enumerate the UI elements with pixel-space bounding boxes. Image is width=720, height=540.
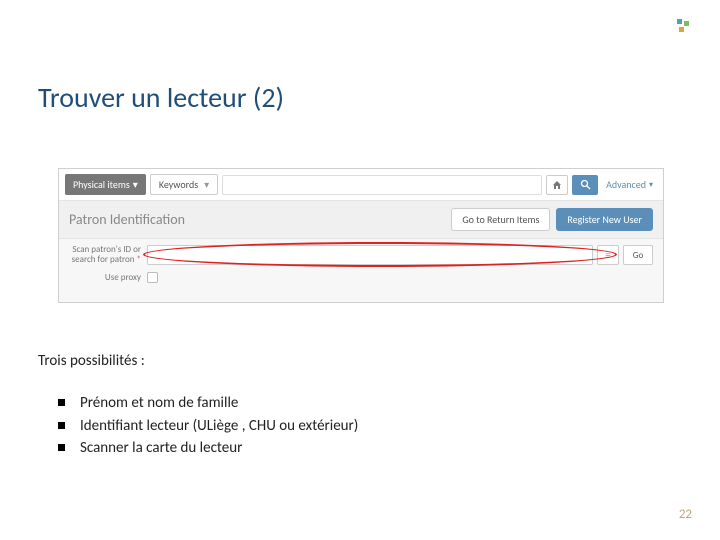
home-icon[interactable] (546, 175, 568, 195)
list-item: Identifiant lecteur (ULiège , CHU ou ext… (58, 415, 358, 438)
chevron-down-icon: ▾ (204, 178, 209, 191)
advanced-label: Advanced (606, 178, 646, 191)
section-header: Patron Identification Go to Return Items… (59, 201, 663, 239)
list-item: Prénom et nom de famille (58, 392, 358, 415)
proxy-checkbox[interactable] (147, 272, 158, 283)
proxy-row: Use proxy (59, 272, 663, 289)
scan-label: Scan patron's ID or search for patron * (69, 245, 147, 266)
section-title: Patron Identification (69, 211, 445, 228)
patron-search-input[interactable] (147, 245, 593, 265)
search-button[interactable] (572, 175, 598, 195)
proxy-label: Use proxy (69, 272, 147, 283)
intro-text: Trois possibilités : (38, 352, 145, 370)
app-screenshot: Physical items ▾ Keywords ▾ Advanced ▾ P… (58, 168, 664, 303)
scan-patron-row: Scan patron's ID or search for patron * … (59, 239, 663, 272)
page-number: 22 (679, 507, 692, 522)
chevron-down-icon: ▾ (649, 180, 653, 190)
return-items-button[interactable]: Go to Return Items (451, 208, 550, 231)
register-user-button[interactable]: Register New User (556, 208, 653, 231)
keywords-label: Keywords (159, 178, 198, 191)
scope-dropdown[interactable]: Physical items ▾ (65, 174, 146, 195)
advanced-link[interactable]: Advanced ▾ (602, 178, 657, 191)
bullet-list: Prénom et nom de famille Identifiant lec… (58, 392, 358, 460)
scope-label: Physical items (73, 178, 130, 191)
search-toolbar: Physical items ▾ Keywords ▾ Advanced ▾ (59, 169, 663, 201)
slide-title: Trouver un lecteur (2) (38, 80, 284, 115)
search-input[interactable] (222, 175, 542, 195)
logo-icon (676, 18, 692, 34)
list-item: Scanner la carte du lecteur (58, 437, 358, 460)
keywords-dropdown[interactable]: Keywords ▾ (150, 174, 218, 195)
list-icon[interactable]: ≡ (597, 245, 619, 265)
go-button[interactable]: Go (623, 245, 653, 265)
chevron-down-icon: ▾ (133, 178, 138, 191)
